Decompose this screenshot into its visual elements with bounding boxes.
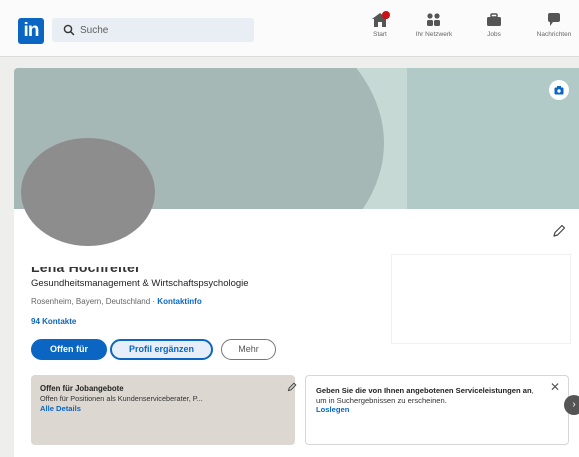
nav-label-start: Start xyxy=(373,31,387,38)
profile-headline: Gesundheitsmanagement & Wirtschaftspsych… xyxy=(31,278,249,289)
profile-photo[interactable] xyxy=(21,138,155,246)
top-navigation-bar: in Start Ihr Netzwerk Jobs xyxy=(0,0,579,57)
search-icon xyxy=(63,24,75,36)
add-profile-section-button[interactable]: Profil ergänzen xyxy=(110,339,213,360)
edit-cover-button[interactable] xyxy=(549,80,569,100)
messaging-icon xyxy=(548,13,560,26)
edit-pencil-icon[interactable] xyxy=(552,224,566,238)
notification-badge xyxy=(382,11,390,19)
services-box: Geben Sie die von Ihnen angebotenen Serv… xyxy=(305,375,569,445)
open-to-work-description: Offen für Positionen als Kundenservicebe… xyxy=(40,394,203,403)
open-to-work-box[interactable]: Offen für Jobangebote Offen für Position… xyxy=(31,375,297,445)
more-button[interactable]: Mehr xyxy=(221,339,276,360)
nav-label-network: Ihr Netzwerk xyxy=(415,31,453,38)
name-overlay-bar xyxy=(31,260,347,267)
chevron-right-icon[interactable]: › xyxy=(564,395,579,415)
contact-info-link[interactable]: Kontaktinfo xyxy=(157,297,201,306)
open-to-button[interactable]: Offen für xyxy=(31,339,107,360)
connections-link[interactable]: 94 Kontakte xyxy=(31,317,76,326)
see-all-details-link[interactable]: Alle Details xyxy=(40,404,81,413)
services-text: Geben Sie die von Ihnen angebotenen Serv… xyxy=(316,386,546,415)
right-panel xyxy=(391,254,571,344)
nav-label-messaging: Nachrichten xyxy=(536,31,572,38)
nav-start[interactable]: Start xyxy=(366,11,394,48)
briefcase-icon xyxy=(487,13,501,26)
location-line: Rosenheim, Bayern, Deutschland · Kontakt… xyxy=(31,297,202,306)
close-icon[interactable]: ✕ xyxy=(548,380,562,394)
nav-messaging[interactable]: Nachrichten xyxy=(531,12,577,48)
profile-card: Lena Hochreiter Gesundheitsmanagement & … xyxy=(14,68,579,457)
location-text: Rosenheim, Bayern, Deutschland xyxy=(31,297,151,306)
search-input[interactable] xyxy=(80,21,240,39)
nav-jobs[interactable]: Jobs xyxy=(482,12,506,48)
get-started-link[interactable]: Loslegen xyxy=(316,405,546,415)
camera-icon xyxy=(554,86,564,95)
search-box[interactable] xyxy=(52,18,254,42)
linkedin-logo[interactable]: in xyxy=(18,18,44,44)
open-to-work-title: Offen für Jobangebote xyxy=(40,384,124,393)
nav-label-jobs: Jobs xyxy=(487,31,501,38)
edit-pencil-icon[interactable] xyxy=(287,382,297,392)
name-area: Lena Hochreiter xyxy=(31,260,347,272)
services-text-bold: Geben Sie die von Ihnen angebotenen Serv… xyxy=(316,386,532,395)
network-icon xyxy=(427,13,440,26)
nav-network[interactable]: Ihr Netzwerk xyxy=(411,12,457,48)
